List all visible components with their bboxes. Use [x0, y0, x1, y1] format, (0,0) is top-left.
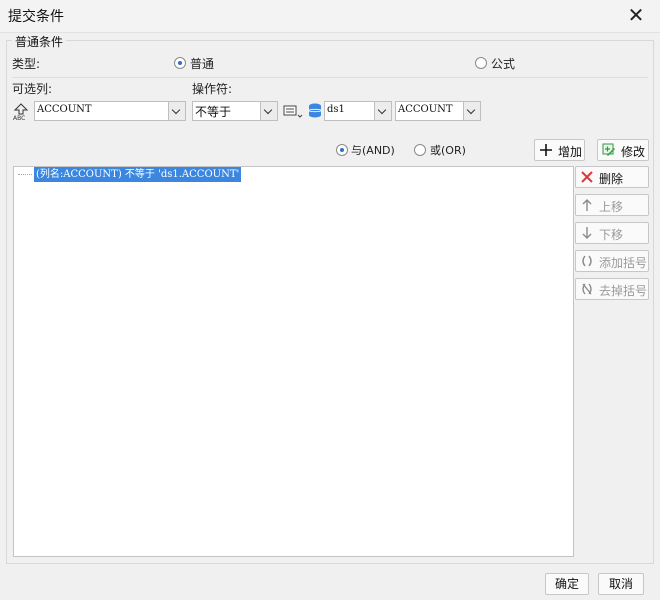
bracket-icon — [580, 254, 594, 268]
abc-column-icon[interactable]: ABC — [12, 101, 32, 122]
operator-select-value: 不等于 — [195, 105, 232, 119]
database-icon — [308, 102, 324, 120]
operator-select[interactable]: 不等于 — [192, 101, 278, 121]
add-button-label: 增加 — [558, 145, 583, 159]
arrow-up-icon — [580, 198, 594, 212]
field-select-value: ACCOUNT — [398, 104, 453, 115]
remove-bracket-label: 去掉括号 — [599, 284, 648, 298]
move-up-button[interactable]: 上移 — [575, 194, 649, 216]
chevron-down-icon[interactable] — [260, 102, 277, 120]
move-down-button[interactable]: 下移 — [575, 222, 649, 244]
move-down-label: 下移 — [599, 228, 624, 242]
add-button[interactable]: 增加 — [534, 139, 585, 161]
add-bracket-button[interactable]: 添加括号 — [575, 250, 649, 272]
radio-or-label[interactable]: 或(OR) — [430, 142, 466, 158]
type-label: 类型: — [12, 57, 41, 71]
edit-icon — [602, 143, 616, 157]
chevron-down-icon[interactable] — [168, 102, 185, 120]
plus-icon — [539, 143, 553, 157]
ok-button[interactable]: 确定 — [545, 573, 589, 595]
radio-or[interactable] — [414, 144, 426, 156]
svg-text:ABC: ABC — [13, 115, 25, 121]
title-bar — [0, 0, 660, 33]
arrow-down-icon — [580, 226, 594, 240]
radio-and[interactable] — [336, 144, 348, 156]
tree-connector — [18, 174, 32, 175]
column-select[interactable]: ACCOUNT — [34, 101, 186, 121]
remove-bracket-button[interactable]: 去掉括号 — [575, 278, 649, 300]
column-select-value: ACCOUNT — [37, 104, 92, 115]
modify-button[interactable]: 修改 — [597, 139, 649, 161]
columns-label: 可选列: — [12, 82, 53, 96]
radio-and-label[interactable]: 与(AND) — [351, 142, 395, 158]
radio-normal[interactable] — [174, 57, 186, 69]
chevron-down-icon[interactable] — [463, 102, 480, 120]
chevron-down-icon[interactable] — [374, 102, 391, 120]
delete-button-label: 删除 — [599, 172, 624, 186]
modify-button-label: 修改 — [621, 145, 646, 159]
operator-label: 操作符: — [192, 82, 233, 96]
close-icon[interactable]: ✕ — [624, 4, 648, 28]
radio-formula-label[interactable]: 公式 — [491, 55, 515, 72]
remove-bracket-icon — [580, 282, 594, 296]
add-bracket-label: 添加括号 — [599, 256, 648, 270]
delete-button[interactable]: 删除 — [575, 166, 649, 188]
condition-list[interactable] — [13, 166, 574, 557]
delete-x-icon — [580, 170, 594, 184]
window-title: 提交条件 — [8, 9, 64, 25]
cancel-button[interactable]: 取消 — [598, 573, 644, 595]
divider — [12, 77, 648, 78]
radio-formula[interactable] — [475, 57, 487, 69]
radio-normal-label[interactable]: 普通 — [190, 55, 214, 72]
dataset-select[interactable]: ds1 — [324, 101, 392, 121]
condition-item[interactable]: (列名:ACCOUNT) 不等于 'ds1.ACCOUNT' — [34, 167, 242, 182]
group-title: 普通条件 — [12, 33, 67, 50]
value-type-icon[interactable] — [283, 102, 303, 120]
dataset-select-value: ds1 — [327, 104, 345, 115]
move-up-label: 上移 — [599, 200, 624, 214]
field-select[interactable]: ACCOUNT — [395, 101, 481, 121]
